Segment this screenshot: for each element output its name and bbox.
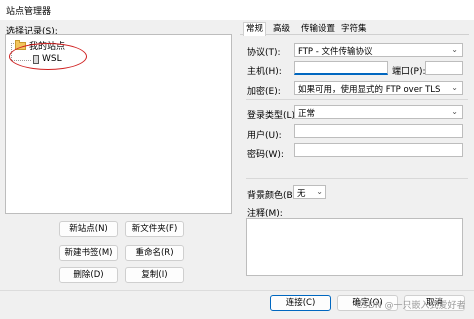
copy-button[interactable]: 复制(I) [125, 267, 184, 283]
comments-textarea[interactable] [246, 218, 463, 276]
connect-button[interactable]: 连接(C) [270, 295, 331, 311]
new-site-button[interactable]: 新站点(N) [59, 221, 118, 237]
red-highlight-circle [9, 43, 87, 70]
bg-color-label: 背景颜色(B) [247, 191, 297, 201]
rename-button[interactable]: 重命名(R) [125, 245, 184, 261]
tree-connector [11, 43, 14, 44]
new-folder-button[interactable]: 新文件夹(F) [125, 221, 184, 237]
protocol-label: 协议(T): [247, 48, 281, 58]
host-label: 主机(H): [247, 67, 282, 77]
watermark: CSDN @一只嵌入式爱好者 [356, 301, 466, 311]
logon-type-label: 登录类型(L): [247, 111, 299, 121]
tab-charset[interactable]: 字符集 [339, 24, 369, 35]
port-input[interactable] [425, 61, 463, 75]
tab-transfer-settings[interactable]: 传输设置 [299, 24, 337, 35]
chevron-down-icon: ⌄ [451, 107, 458, 116]
logon-type-value: 正常 [298, 109, 316, 119]
encryption-label: 加密(E): [247, 87, 281, 97]
protocol-value: FTP - 文件传输协议 [298, 47, 373, 57]
user-label: 用户(U): [247, 131, 282, 141]
title-bar: 站点管理器 [0, 0, 474, 20]
tab-general[interactable]: 常规 [243, 22, 267, 36]
site-manager-window: 站点管理器 选择记录(S): 我的站点 WSL 新站点(N) 新文件夹(F) 新… [0, 0, 474, 319]
window-title: 站点管理器 [6, 7, 52, 17]
protocol-select[interactable]: FTP - 文件传输协议 ⌄ [294, 43, 463, 57]
user-input[interactable] [294, 124, 463, 138]
chevron-down-icon: ⌄ [451, 83, 458, 92]
port-label: 端口(P): [392, 67, 426, 77]
encryption-select[interactable]: 如果可用，使用显式的 FTP over TLS ⌄ [294, 81, 463, 95]
password-label: 密码(W): [247, 150, 284, 160]
password-input[interactable] [294, 143, 463, 157]
divider [246, 178, 468, 179]
chevron-down-icon: ⌄ [451, 45, 458, 54]
delete-button[interactable]: 删除(D) [59, 267, 118, 283]
tab-advanced[interactable]: 高级 [271, 24, 292, 35]
bg-color-select[interactable]: 无 ⌄ [293, 185, 326, 199]
divider [246, 99, 468, 100]
logon-type-select[interactable]: 正常 ⌄ [294, 105, 463, 119]
encryption-value: 如果可用，使用显式的 FTP over TLS [298, 85, 441, 95]
new-bookmark-button[interactable]: 新建书签(M) [59, 245, 118, 261]
chevron-down-icon: ⌄ [316, 187, 323, 196]
bg-color-value: 无 [297, 189, 306, 199]
host-input[interactable] [294, 61, 388, 75]
